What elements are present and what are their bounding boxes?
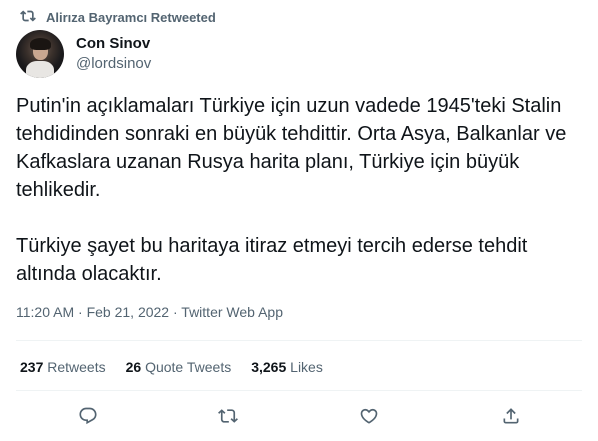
retweets-label: Retweets xyxy=(47,359,106,375)
retweet-button[interactable] xyxy=(216,404,240,428)
tweet-header: Con Sinov @lordsinov xyxy=(16,30,151,78)
meta-separator: · xyxy=(78,304,87,320)
quote-tweets-count: 26 xyxy=(125,359,142,375)
tweet-stats: 237 Retweets 26 Quote Tweets 3,265 Likes xyxy=(20,357,343,377)
reply-icon xyxy=(79,407,97,425)
action-bar xyxy=(0,400,598,432)
retweets-count: 237 xyxy=(20,359,44,375)
retweet-context-label: Alirıza Bayramcı Retweeted xyxy=(46,9,216,25)
author-handle[interactable]: @lordsinov xyxy=(76,54,151,74)
author-names: Con Sinov @lordsinov xyxy=(76,34,151,74)
retweet-icon xyxy=(218,409,238,423)
tweet-date[interactable]: Feb 21, 2022 xyxy=(87,304,170,320)
tweet-meta: 11:20 AM · Feb 21, 2022 · Twitter Web Ap… xyxy=(16,302,283,322)
like-button[interactable] xyxy=(357,404,381,428)
likes-count: 3,265 xyxy=(251,359,287,375)
quote-tweets-stat[interactable]: 26 Quote Tweets xyxy=(126,357,232,377)
divider xyxy=(16,390,582,391)
share-button[interactable] xyxy=(499,404,523,428)
tweet-paragraph: Putin'in açıklamaları Türkiye için uzun … xyxy=(16,95,567,201)
reply-button[interactable] xyxy=(76,404,100,428)
retweet-context[interactable]: Alirıza Bayramcı Retweeted xyxy=(20,8,216,26)
author-display-name[interactable]: Con Sinov xyxy=(76,34,151,54)
retweet-icon xyxy=(20,8,36,27)
tweet-time[interactable]: 11:20 AM xyxy=(16,304,74,320)
tweet-source[interactable]: Twitter Web App xyxy=(181,304,283,320)
likes-stat[interactable]: 3,265 Likes xyxy=(251,357,323,377)
quote-tweets-label: Quote Tweets xyxy=(145,359,232,375)
like-icon xyxy=(360,408,378,424)
avatar[interactable] xyxy=(16,30,64,78)
share-icon xyxy=(503,408,519,424)
tweet-text: Putin'in açıklamaları Türkiye için uzun … xyxy=(16,92,586,288)
likes-label: Likes xyxy=(290,359,323,375)
retweets-stat[interactable]: 237 Retweets xyxy=(20,357,106,377)
divider xyxy=(16,340,582,341)
tweet-paragraph: Türkiye şayet bu haritaya itiraz etmeyi … xyxy=(16,235,528,285)
